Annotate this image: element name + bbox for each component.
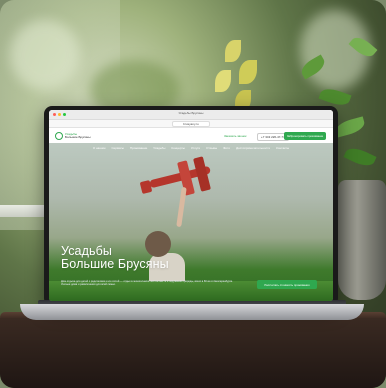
browser-address-bar: brusyany.ru xyxy=(49,120,333,128)
child-arm xyxy=(176,186,187,228)
hero-description: Дом отдыха для детей с родителями и их г… xyxy=(61,280,233,287)
nav-item[interactable]: Отзывы xyxy=(206,146,217,150)
url-field[interactable]: brusyany.ru xyxy=(172,120,210,127)
browser-tab-title[interactable]: Усадьбы Брусяны xyxy=(49,111,333,115)
callback-link[interactable]: Заказать звонок xyxy=(224,134,246,138)
browser-titlebar: Усадьбы Брусяны xyxy=(49,110,333,120)
nav-item[interactable]: Сервисы xyxy=(111,146,123,150)
hero-title-line: Большие Брусяны xyxy=(61,257,169,271)
nav-item[interactable]: Контакты xyxy=(276,146,289,150)
nav-item[interactable]: Достопримечательности xyxy=(236,146,270,150)
photo-scene: Усадьбы Брусяны brusyany.ru Усадьбы Боль… xyxy=(0,0,386,388)
laptop-screen: Усадьбы Брусяны brusyany.ru Усадьбы Боль… xyxy=(49,110,333,301)
wooden-table xyxy=(0,318,386,388)
nav-item[interactable]: О нашем xyxy=(93,146,106,150)
nav-item[interactable]: Услуги xyxy=(191,146,200,150)
site-logo[interactable]: Усадьбы Большие Брусяны xyxy=(65,132,91,140)
nav-item[interactable]: Проживание xyxy=(130,146,147,150)
site-header: Усадьбы Большие Брусяны Заказать звонок … xyxy=(49,128,333,144)
bokeh-light xyxy=(10,20,80,90)
main-nav: О нашем Сервисы Проживание Усадьбы Конце… xyxy=(49,146,333,150)
logo-icon[interactable] xyxy=(55,132,63,140)
logo-line-bottom: Большие Брусяны xyxy=(65,135,91,139)
plant-pot xyxy=(338,180,386,300)
nav-item[interactable]: Фото xyxy=(223,146,230,150)
nav-item[interactable]: Усадьбы xyxy=(153,146,165,150)
hero-section: О нашем Сервисы Проживание Усадьбы Конце… xyxy=(49,143,333,301)
hero-title: Усадьбы Большие Брусяны xyxy=(61,245,169,271)
laptop-base xyxy=(20,304,364,320)
calculate-cost-button[interactable]: Рассчитать стоимость проживания xyxy=(257,280,317,289)
book-button[interactable]: Забронировать проживание xyxy=(284,132,326,140)
nav-item[interactable]: Концерты xyxy=(171,146,185,150)
